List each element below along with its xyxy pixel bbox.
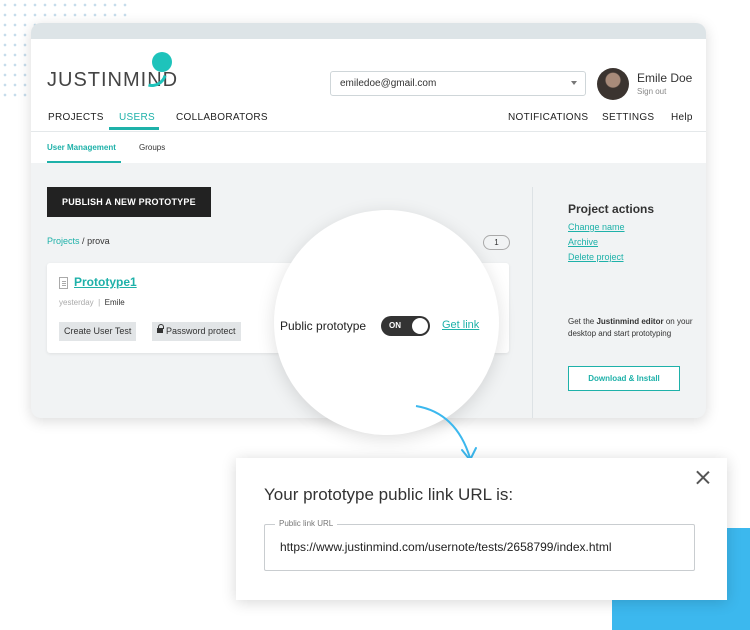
subnav-active-indicator [47,161,121,163]
document-icon [59,277,68,289]
nav-users[interactable]: USERS [119,112,155,123]
public-prototype-label: Public prototype [280,319,367,333]
download-install-button[interactable]: Download & Install [568,366,680,391]
toggle-knob [412,318,428,334]
account-select[interactable]: emiledoe@gmail.com [330,71,586,96]
password-protect-button[interactable]: Password protect [152,322,241,341]
promo-text-pre: Get the [568,317,597,326]
nav-help[interactable]: Help [671,112,693,123]
user-name: Emile Doe [637,71,693,85]
sign-out-link[interactable]: Sign out [637,87,666,96]
nav-settings[interactable]: SETTINGS [602,112,654,123]
subnav: User Management Groups [31,131,706,163]
get-link[interactable]: Get link [442,319,479,331]
public-toggle[interactable]: ON [381,316,430,336]
nav-collaborators[interactable]: COLLABORATORS [176,112,268,123]
password-protect-label: Password protect [166,326,236,336]
close-icon[interactable] [696,470,710,484]
delete-project-link[interactable]: Delete project [568,252,624,262]
nav-projects[interactable]: PROJECTS [48,112,104,123]
url-field-label: Public link URL [275,519,338,528]
breadcrumb-separator: / [82,236,85,246]
count-badge: 1 [483,235,510,250]
breadcrumb-current: prova [87,236,110,246]
nav-active-indicator [109,127,159,130]
publish-prototype-button[interactable]: PUBLISH A NEW PROTOTYPE [47,187,211,217]
chevron-down-icon [571,81,577,85]
sidebar-divider [532,187,533,418]
public-link-url-field[interactable]: Public link URL https://www.justinmind.c… [264,519,695,571]
avatar[interactable] [597,68,629,100]
promo-text-bold: Justinmind editor [596,317,664,326]
breadcrumb: Projects / prova [47,236,110,246]
public-link-modal: Your prototype public link URL is: Publi… [236,458,727,600]
nav-notifications[interactable]: NOTIFICATIONS [508,112,588,123]
modal-title: Your prototype public link URL is: [264,485,514,504]
breadcrumb-projects[interactable]: Projects [47,236,80,246]
prototype-meta: yesterday | Emile [59,298,125,307]
meta-separator: | [98,298,101,307]
prototype-author: Emile [104,298,125,307]
create-user-test-button[interactable]: Create User Test [59,322,137,341]
editor-promo-text: Get the Justinmind editor on your deskto… [568,316,693,340]
lock-icon [157,324,164,334]
account-select-value: emiledoe@gmail.com [340,78,437,89]
window-topbar [31,23,706,39]
toggle-state-label: ON [389,321,401,330]
prototype-date: yesterday [59,298,94,307]
tab-groups[interactable]: Groups [139,143,165,152]
tab-user-management[interactable]: User Management [47,143,116,152]
prototype-name-link[interactable]: Prototype1 [74,275,137,289]
change-name-link[interactable]: Change name [568,222,625,232]
url-field-value: https://www.justinmind.com/usernote/test… [280,540,612,554]
project-actions-title: Project actions [568,202,655,216]
logo-dot-icon [152,52,172,72]
archive-link[interactable]: Archive [568,237,598,247]
